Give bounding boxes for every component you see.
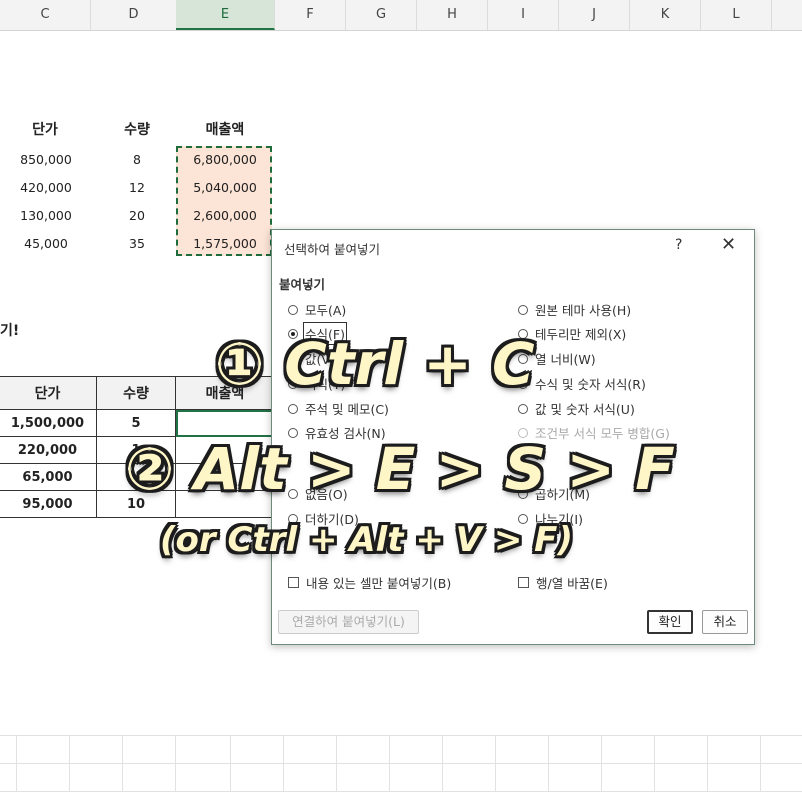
table1-header-quantity: 수량 [124,122,150,138]
column-header-j[interactable]: J [559,0,630,30]
active-cell[interactable] [175,409,275,437]
transpose-checkbox[interactable]: 행/열 바꿈(E) [518,573,608,592]
paste-link-button[interactable]: 연결하여 붙여넣기(L) [278,610,419,634]
table2-cell[interactable]: 95,000 [0,490,97,518]
table2-header-unit-price: 단가 [0,376,97,410]
overlay-alternative-shortcut: (or Ctrl + Alt + V > F) [160,520,573,560]
radio-icon [518,304,528,315]
table1-cell[interactable]: 5,040,000 [180,180,270,195]
table1-cell[interactable]: 850,000 [10,152,82,167]
table1-cell[interactable]: 6,800,000 [180,152,270,167]
table2-cell[interactable]: 220,000 [0,436,97,464]
table1-cell[interactable]: 35 [112,236,162,251]
table1-cell[interactable]: 2,600,000 [180,208,270,223]
sheet-gridlines [0,735,802,792]
close-icon[interactable]: ✕ [721,234,736,255]
column-header-e[interactable]: E [176,0,275,30]
cancel-button[interactable]: 취소 [702,610,748,634]
checkbox-icon [518,577,529,588]
table1-cell[interactable]: 420,000 [10,180,82,195]
help-icon[interactable]: ? [675,237,682,253]
table1-cell[interactable]: 130,000 [10,208,82,223]
paste-group-label: 붙여넣기 [279,277,326,292]
table1-header-unit-price: 단가 [32,122,58,138]
column-header-f[interactable]: F [275,0,346,30]
column-header-k[interactable]: K [630,0,701,30]
paste-all-radio[interactable]: 모두(A) [288,300,346,319]
skip-blanks-checkbox[interactable]: 내용 있는 셀만 붙여넣기(B) [288,573,451,592]
paste-source-theme-radio[interactable]: 원본 테마 사용(H) [518,300,631,319]
radio-icon [288,403,298,414]
table2-cell[interactable]: 1,500,000 [0,409,97,437]
section-title-fragment: 기! [0,323,20,339]
table2-header-quantity: 수량 [96,376,176,410]
table1-header-sales: 매출액 [205,122,245,138]
radio-icon [518,403,528,414]
overlay-step-copy: ① Ctrl + C [215,330,535,398]
column-header-g[interactable]: G [346,0,417,30]
column-header-bar: C D E F G H I J K L [0,0,802,31]
overlay-step-paste-special: ② Alt > E > S > F [125,435,675,503]
column-header-l[interactable]: L [701,0,772,30]
table1-cell[interactable]: 8 [112,152,162,167]
table1-cell[interactable]: 45,000 [10,236,82,251]
dialog-title: 선택하여 붙여넣기 [284,242,380,257]
paste-values-number-formats-radio[interactable]: 값 및 숫자 서식(U) [518,399,635,418]
table1-cell[interactable]: 1,575,000 [180,236,270,251]
column-header-i[interactable]: I [488,0,559,30]
column-header-h[interactable]: H [417,0,488,30]
table1-cell[interactable]: 12 [112,180,162,195]
column-header-d[interactable]: D [91,0,177,30]
paste-comments-radio[interactable]: 주석 및 메모(C) [288,399,389,418]
table2-cell[interactable]: 5 [96,409,176,437]
column-header-c[interactable]: C [0,0,91,30]
ok-button[interactable]: 확인 [647,610,693,634]
paste-formulas-number-formats-radio[interactable]: 수식 및 숫자 서식(R) [518,374,646,393]
table1-cell[interactable]: 20 [112,208,162,223]
checkbox-icon [288,577,299,588]
table2-cell[interactable]: 65,000 [0,463,97,491]
radio-icon [288,304,298,315]
